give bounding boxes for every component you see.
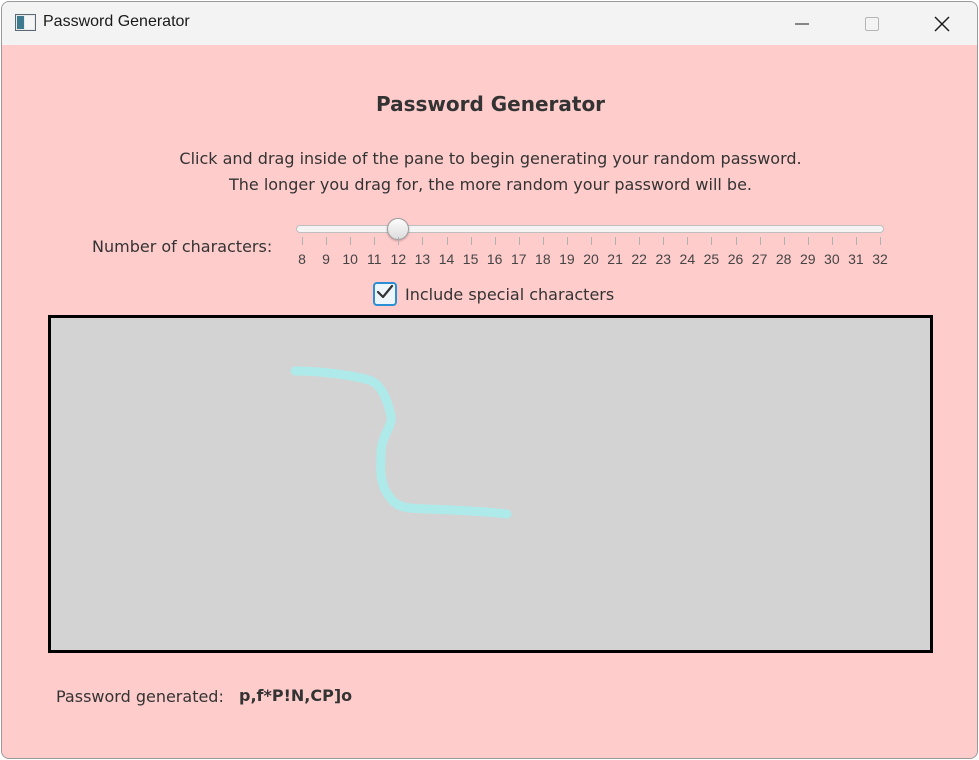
slider-tick: [831, 237, 833, 245]
minimize-icon: [795, 17, 809, 31]
slider-tick-label: 17: [510, 251, 527, 267]
slider-tick: [566, 237, 568, 245]
instructions-line-1: Click and drag inside of the pane to beg…: [179, 149, 802, 168]
close-icon: [934, 16, 950, 32]
slider-tick: [711, 237, 713, 245]
slider-tick: [446, 237, 448, 245]
slider-tick-label: 28: [775, 251, 792, 267]
minimize-button[interactable]: [767, 2, 837, 45]
special-characters-label: Include special characters: [405, 284, 615, 304]
slider-tick: [783, 237, 785, 245]
slider-tick-label: 31: [848, 251, 864, 267]
slider-tick: [880, 237, 881, 245]
slider-tick: [855, 237, 857, 245]
slider-tick-label: 14: [438, 251, 455, 267]
close-button[interactable]: [907, 2, 977, 45]
slider-tick: [398, 237, 400, 245]
main-content: Password Generator Click and drag inside…: [2, 45, 977, 758]
slider-tick-label: 29: [799, 251, 816, 267]
slider-tick-label: 12: [390, 251, 407, 267]
slider-tick-label: 18: [535, 251, 551, 267]
slider-tick-label: 25: [703, 251, 720, 267]
slider-tick: [494, 237, 496, 245]
character-count-slider[interactable]: 8 9 10 11 12 13 14 15 16 17 18 19 20 21 22 23 24 25 26 27 28…: [296, 215, 888, 275]
slider-tick: [735, 237, 737, 245]
slider-tick: [542, 237, 544, 245]
slider-tick-label: 21: [607, 251, 623, 267]
password-result-label: Password generated:: [56, 687, 224, 706]
slider-tick: [350, 237, 352, 245]
slider-tick-label: 24: [679, 251, 696, 267]
slider-track[interactable]: [296, 225, 884, 233]
drawing-pane[interactable]: [48, 315, 933, 653]
page-title: Password Generator: [375, 92, 606, 116]
slider-tick: [759, 237, 761, 245]
drag-stroke: [290, 366, 512, 519]
character-count-label: Number of characters:: [92, 237, 273, 256]
maximize-button[interactable]: [837, 2, 907, 45]
special-characters-option[interactable]: Include special characters: [373, 282, 614, 306]
slider-tick-label: 22: [631, 251, 647, 267]
password-result-value: p,f*P!N,CP]o: [239, 686, 353, 705]
slider-tick-label: 16: [486, 251, 503, 267]
slider-tick: [687, 237, 689, 245]
slider-tick-label: 10: [342, 251, 358, 267]
slider-tick-label: 23: [655, 251, 672, 267]
checkmark-icon: [376, 284, 394, 304]
slider-tick-label: 20: [583, 251, 599, 267]
slider-tick-label: 9: [322, 251, 330, 267]
slider-tick-label: 32: [872, 251, 888, 267]
slider-tick: [302, 237, 303, 245]
slider-tick: [615, 237, 617, 245]
slider-tick: [663, 237, 665, 245]
special-characters-checkbox[interactable]: [373, 282, 397, 306]
window-title: Password Generator: [43, 13, 190, 30]
slider-tick-label: 8: [298, 251, 306, 267]
app-window: Password Generator Password Generator Cl…: [1, 1, 978, 759]
app-window-icon: [15, 14, 36, 31]
slider-tick: [470, 237, 472, 245]
slider-tick-label: 27: [751, 251, 768, 267]
slider-tick: [807, 237, 809, 245]
slider-tick: [422, 237, 424, 245]
slider-tick: [326, 237, 328, 245]
slider-tick-label: 11: [366, 251, 382, 267]
slider-tick: [374, 237, 376, 245]
slider-tick-label: 13: [414, 251, 431, 267]
slider-tick-label: 19: [559, 251, 575, 267]
instructions-line-2: The longer you drag for, the more random…: [228, 175, 753, 194]
maximize-icon: [865, 16, 879, 31]
title-bar[interactable]: Password Generator: [2, 2, 977, 45]
slider-tick-label: 26: [727, 251, 744, 267]
slider-tick: [591, 237, 592, 245]
slider-tick-label: 30: [824, 251, 840, 267]
slider-tick: [639, 237, 641, 245]
slider-tick: [518, 237, 520, 245]
slider-tick-label: 15: [462, 251, 479, 267]
drag-path-canvas: [290, 366, 512, 519]
